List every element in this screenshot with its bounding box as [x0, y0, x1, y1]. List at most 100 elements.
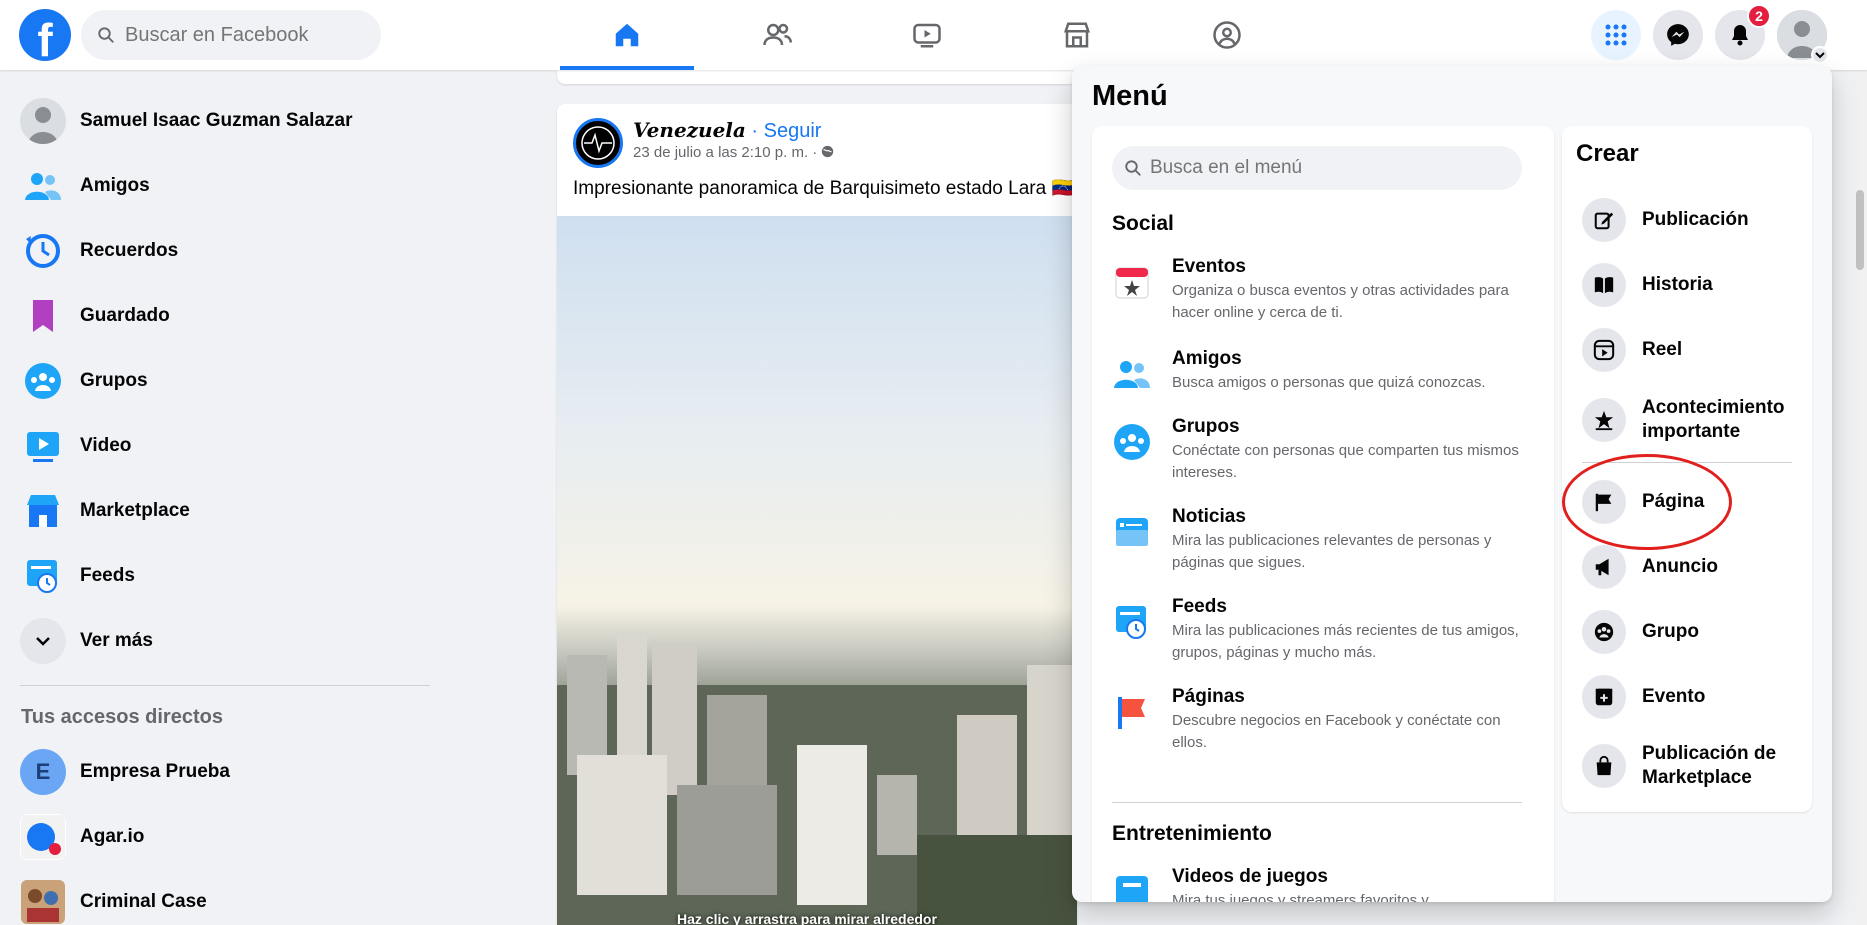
photo-instruction: Haz clic y arrastra para mirar alrededor	[677, 911, 937, 925]
criminal-case-icon	[20, 879, 66, 925]
menu-item-desc: Mira las publicaciones relevantes de per…	[1172, 532, 1492, 571]
shortcut-item[interactable]: Criminal Case	[20, 874, 440, 925]
tab-friends[interactable]	[710, 0, 844, 70]
create-heading: Crear	[1576, 140, 1639, 167]
sidebar-item-groups[interactable]: Grupos	[20, 353, 440, 409]
search-input[interactable]	[125, 23, 365, 47]
menu-item-desc: Mira las publicaciones más recientes de …	[1172, 622, 1519, 661]
menu-dropdown: Menú Social Eventos Organiza o busca even…	[1072, 66, 1832, 902]
sidebar-item-video[interactable]: Video	[20, 418, 440, 474]
post-meta: 23 de julio a las 2:10 p. m. ·	[633, 144, 834, 161]
menu-title: Menú	[1092, 80, 1168, 112]
shopping-bag-icon	[1582, 744, 1626, 788]
video-icon	[913, 23, 941, 48]
messenger-icon	[1667, 24, 1689, 46]
create-page-button[interactable]: Página	[1582, 480, 1802, 524]
menu-search[interactable]	[1112, 146, 1522, 190]
tab-video[interactable]	[860, 0, 994, 70]
gaming-video-icon	[1112, 872, 1152, 902]
sidebar-item-marketplace[interactable]: Marketplace	[20, 483, 440, 539]
feed-post: Venezuela · Seguir 23 de julio a las 2:1…	[557, 104, 1077, 925]
create-reel-button[interactable]: Reel	[1582, 328, 1802, 372]
post-panorama-photo[interactable]: Haz clic y arrastra para mirar alrededor	[557, 216, 1077, 925]
menu-item-pages[interactable]: Páginas Descubre negocios en Facebook y c…	[1112, 686, 1532, 754]
page-avatar[interactable]	[573, 118, 623, 168]
create-life-event-button[interactable]: Acontecimiento importante	[1582, 396, 1802, 444]
sidebar-item-label: Recuerdos	[80, 240, 179, 261]
create-marketplace-listing-button[interactable]: Publicación de Marketplace	[1582, 742, 1802, 790]
page-scrollbar[interactable]	[1853, 70, 1867, 925]
sidebar-item-label: Video	[80, 435, 132, 456]
create-item-label: Reel	[1642, 339, 1683, 360]
menu-item-desc: Conéctate con personas que comparten tus…	[1172, 442, 1519, 481]
menu-item-events[interactable]: Eventos Organiza o busca eventos y otras …	[1112, 256, 1532, 324]
menu-item-desc: Descubre negocios en Facebook y conéctat…	[1172, 712, 1501, 751]
groups-icon	[20, 358, 66, 404]
megaphone-icon	[1582, 545, 1626, 589]
tab-marketplace[interactable]	[1010, 0, 1144, 70]
menu-item-gaming-video[interactable]: Videos de juegos Mira tus juegos y stream…	[1112, 866, 1532, 902]
heartbeat-logo-icon	[581, 126, 615, 160]
menu-item-groups[interactable]: Grupos Conéctate con personas que compart…	[1112, 416, 1532, 484]
shortcut-item[interactable]: Agar.io	[20, 809, 440, 865]
memories-icon	[20, 228, 66, 274]
menu-item-feeds[interactable]: Feeds Mira las publicaciones más reciente…	[1112, 596, 1532, 664]
create-post-button[interactable]: Publicación	[1582, 198, 1802, 242]
facebook-logo-icon[interactable]: f	[19, 9, 71, 61]
menu-item-title: Videos de juegos	[1172, 866, 1328, 887]
post-timestamp[interactable]: 23 de julio a las 2:10 p. m. ·	[633, 144, 821, 161]
create-panel: Crear Publicación Historia Reel Aconteci…	[1562, 126, 1812, 812]
home-icon	[615, 23, 639, 47]
sidebar-item-saved[interactable]: Guardado	[20, 288, 440, 344]
book-icon	[1582, 263, 1626, 307]
post-separator: ·	[745, 120, 764, 142]
follow-link[interactable]: Seguir	[764, 120, 822, 142]
create-group-button[interactable]: Grupo	[1582, 610, 1802, 654]
menu-search-input[interactable]	[1150, 157, 1510, 179]
sidebar-item-label: Grupos	[80, 370, 148, 391]
sidebar-item-label: Feeds	[80, 565, 135, 586]
shortcut-label: Empresa Prueba	[80, 761, 230, 782]
notifications-button[interactable]: 2	[1715, 4, 1771, 60]
create-divider	[1582, 462, 1792, 463]
gaming-icon	[1213, 21, 1241, 49]
sidebar-item-memories[interactable]: Recuerdos	[20, 223, 440, 279]
create-item-label: Historia	[1642, 274, 1713, 295]
sidebar-item-feeds[interactable]: Feeds	[20, 548, 440, 604]
tab-gaming[interactable]	[1160, 0, 1294, 70]
tab-home[interactable]	[560, 0, 694, 70]
grid-menu-icon	[1605, 24, 1627, 46]
create-ad-button[interactable]: Anuncio	[1582, 545, 1802, 589]
menu-item-desc: Mira tus juegos y streamers favoritos y.…	[1172, 892, 1441, 902]
entertainment-heading: Entretenimiento	[1112, 822, 1272, 845]
account-caret[interactable]	[1811, 46, 1829, 64]
menu-item-title: Feeds	[1172, 596, 1227, 617]
profile-avatar	[20, 98, 66, 144]
friends-icon	[763, 23, 792, 46]
facebook-search[interactable]	[81, 10, 381, 60]
menu-divider	[1112, 802, 1522, 803]
menu-item-desc: Busca amigos o personas que quizá conozc…	[1172, 374, 1486, 391]
sidebar-item-see-more[interactable]: Ver más	[20, 613, 440, 669]
messenger-button[interactable]	[1653, 10, 1703, 60]
menu-item-news[interactable]: Noticias Mira las publicaciones relevante…	[1112, 506, 1532, 574]
shortcut-item[interactable]: E Empresa Prueba	[20, 744, 440, 800]
post-author[interactable]: Venezuela	[633, 118, 746, 142]
news-feed-icon	[1112, 512, 1152, 552]
sidebar-item-friends[interactable]: Amigos	[20, 158, 440, 214]
menu-item-title: Páginas	[1172, 686, 1245, 707]
feeds-icon	[1112, 602, 1152, 642]
menu-item-friends[interactable]: Amigos Busca amigos o personas que quizá …	[1112, 348, 1532, 394]
friends-icon	[20, 163, 66, 209]
menu-item-title: Amigos	[1172, 348, 1242, 369]
event-icon	[1582, 675, 1626, 719]
sidebar-item-profile[interactable]: Samuel Isaac Guzman Salazar	[20, 93, 440, 149]
menu-button[interactable]	[1591, 10, 1641, 60]
shortcut-label: Agar.io	[80, 826, 145, 847]
create-story-button[interactable]: Historia	[1582, 263, 1802, 307]
search-icon	[1125, 160, 1141, 176]
scrollbar-thumb[interactable]	[1856, 190, 1864, 270]
create-event-button[interactable]: Evento	[1582, 675, 1802, 719]
calendar-star-icon	[1112, 262, 1152, 302]
create-item-label: Publicación	[1642, 209, 1749, 230]
